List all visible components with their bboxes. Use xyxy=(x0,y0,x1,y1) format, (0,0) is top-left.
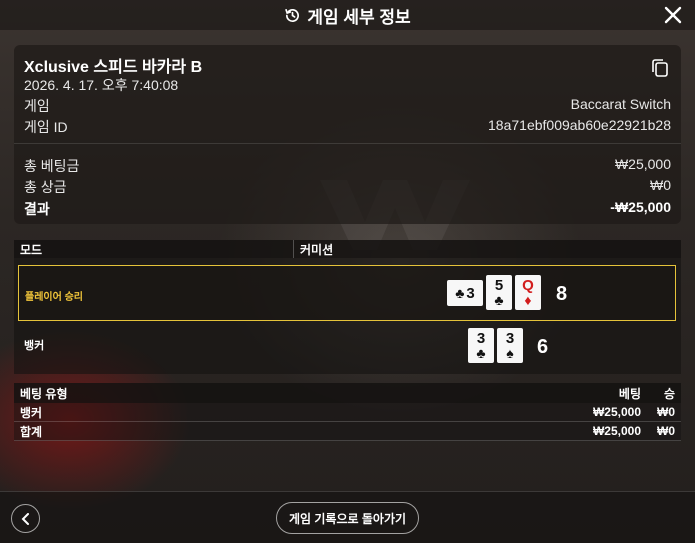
mode-value: 커미션 xyxy=(300,242,334,257)
player-label: 플레이어 승리 xyxy=(25,292,83,303)
bet-amount: ₩25,000 xyxy=(592,424,641,438)
player-card: ♣ 3 xyxy=(447,280,483,306)
result-row: 결과 -₩25,000 xyxy=(24,199,671,219)
table-row: 뱅커 ₩25,000 ₩0 xyxy=(14,403,681,422)
total-bet-value: ₩25,000 xyxy=(614,156,671,172)
title-wrap: 게임 세부 정보 xyxy=(284,3,411,28)
bet-win-header: 승 xyxy=(663,386,675,401)
bets-header: 베팅 유형 베팅 승 xyxy=(14,383,681,403)
player-card: 5 ♣ xyxy=(486,275,512,310)
player-score: 8 xyxy=(556,283,568,305)
game-row: 게임 Baccarat Switch xyxy=(24,96,671,116)
total-win-row: 총 상금 ₩0 xyxy=(24,177,671,197)
card-rank: Q xyxy=(522,277,534,294)
bet-type-header: 베팅 유형 xyxy=(20,386,68,401)
card-suit: ♣ xyxy=(494,292,504,308)
bet-type: 합계 xyxy=(20,424,43,439)
back-button[interactable] xyxy=(11,504,40,533)
page-title: 게임 세부 정보 xyxy=(307,7,411,27)
back-to-history-button[interactable]: 게임 기록으로 돌아가기 xyxy=(276,502,419,534)
mode-header: 모드 커미션 xyxy=(14,240,681,258)
card-suit: ♦ xyxy=(524,292,532,308)
card-rank: 5 xyxy=(494,277,504,294)
total-win-label: 총 상금 xyxy=(24,179,67,195)
divider xyxy=(14,143,681,144)
banker-card: 3 ♠ xyxy=(497,328,523,363)
bet-amount: ₩25,000 xyxy=(592,405,641,419)
bet-amount-header: 베팅 xyxy=(618,386,641,401)
game-label: 게임 xyxy=(24,98,50,114)
bet-win: ₩0 xyxy=(657,405,675,419)
history-icon xyxy=(285,8,300,22)
card-rank: 3 xyxy=(476,330,486,347)
banker-outcome-row: 뱅커 3 ♣ 3 ♠ 6 xyxy=(18,326,676,370)
total-bet-row: 총 베팅금 ₩25,000 xyxy=(24,156,671,176)
player-outcome-row: 플레이어 승리 ♣ 3 5 ♣ Q ♦ 8 xyxy=(18,265,676,321)
bet-win: ₩0 xyxy=(657,424,675,438)
game-id-label: 게임 ID xyxy=(24,119,68,135)
table-row-total: 합계 ₩25,000 ₩0 xyxy=(14,422,681,441)
close-icon xyxy=(664,6,682,24)
game-id-value: 18a71ebf009ab60e22921b28 xyxy=(488,117,671,133)
close-button[interactable] xyxy=(661,3,685,27)
banker-score: 6 xyxy=(537,336,549,358)
card-suit: ♠ xyxy=(506,345,514,361)
datetime-row: 2026. 4. 17. 오후 7:40:08 xyxy=(24,75,671,95)
game-info-card: Xclusive 스피드 바카라 B 2026. 4. 17. 오후 7:40:… xyxy=(14,45,681,224)
bet-type: 뱅커 xyxy=(20,405,43,420)
player-cards: ♣ 3 5 ♣ Q ♦ xyxy=(447,275,541,310)
game-id-row: 게임 ID 18a71ebf009ab60e22921b28 xyxy=(24,117,671,137)
total-bet-label: 총 베팅금 xyxy=(24,158,80,174)
card-rank: 3 xyxy=(466,284,475,302)
card-suit: ♣ xyxy=(455,285,465,301)
title-bar: 게임 세부 정보 xyxy=(0,0,695,30)
chevron-left-icon xyxy=(21,512,29,525)
card-suit: ♣ xyxy=(476,345,486,361)
banker-label: 뱅커 xyxy=(24,340,45,352)
total-win-value: ₩0 xyxy=(650,177,671,193)
table-name: Xclusive 스피드 바카라 B xyxy=(24,59,203,76)
result-value: -₩25,000 xyxy=(610,199,671,215)
footer: 게임 기록으로 돌아가기 xyxy=(0,491,695,543)
banker-card: 3 ♣ xyxy=(468,328,494,363)
game-datetime: 2026. 4. 17. 오후 7:40:08 xyxy=(24,77,179,93)
outcomes-panel: 플레이어 승리 ♣ 3 5 ♣ Q ♦ 8 뱅커 3 ♣ 3 ♠ 6 xyxy=(14,258,681,374)
game-value: Baccarat Switch xyxy=(570,96,671,112)
mode-label: 모드 xyxy=(20,242,43,257)
player-card: Q ♦ xyxy=(515,275,541,310)
card-rank: 3 xyxy=(505,330,515,347)
banker-cards: 3 ♣ 3 ♠ xyxy=(468,328,523,363)
result-label: 결과 xyxy=(24,201,50,217)
